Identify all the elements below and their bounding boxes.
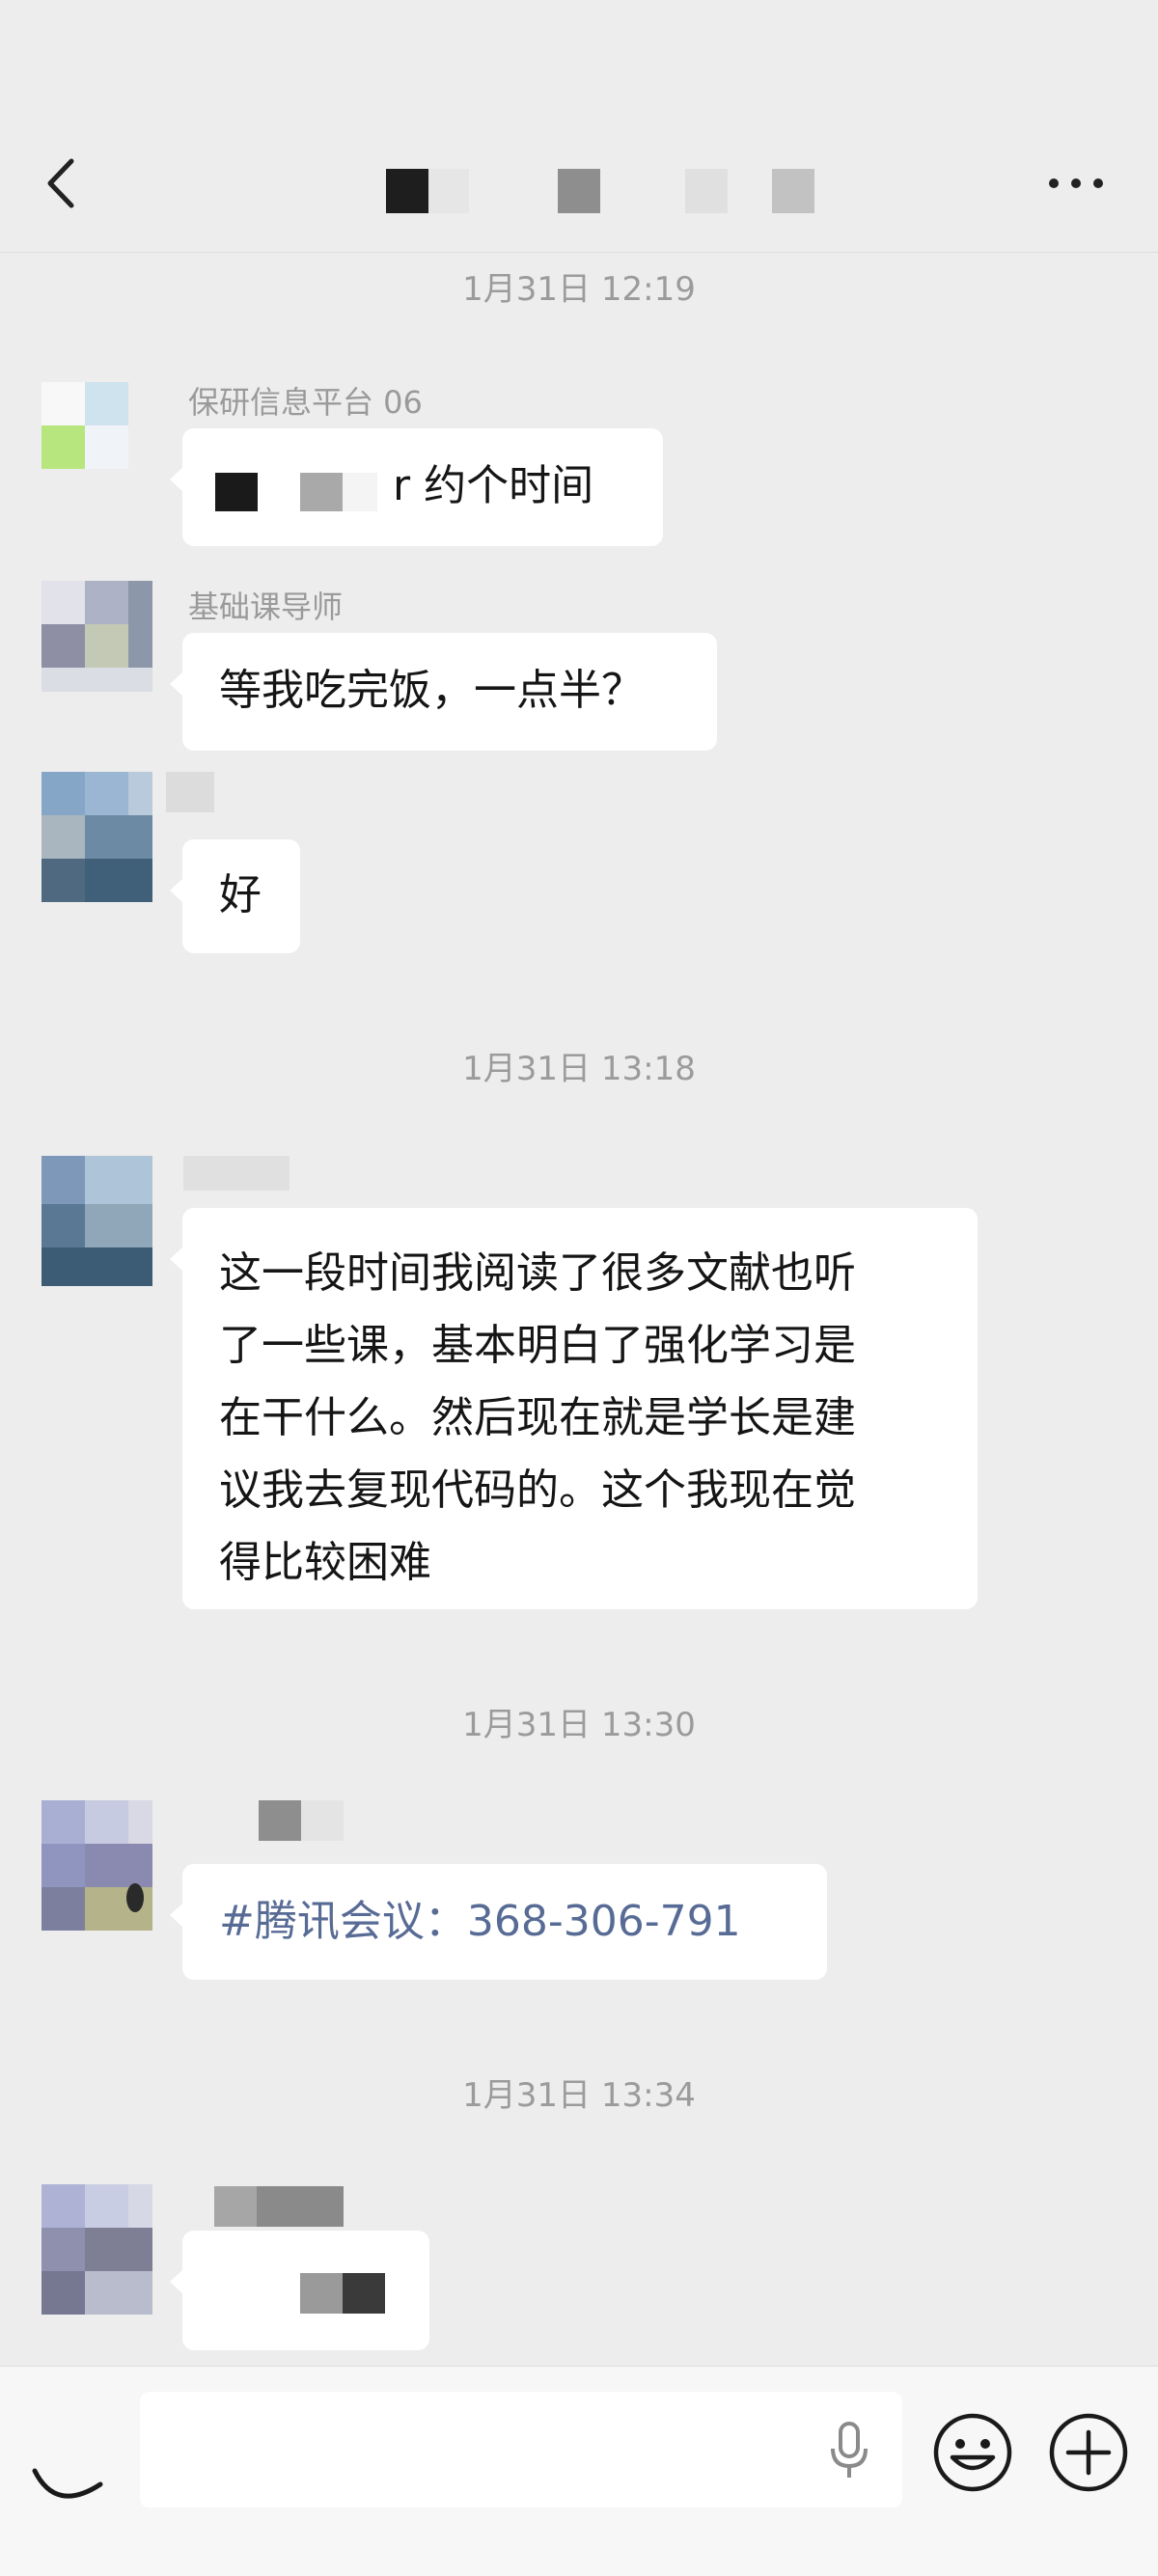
message-bubble[interactable] (170, 2231, 429, 2350)
timestamp: 1月31日 13:34 (462, 2076, 696, 2115)
avatar[interactable] (41, 772, 152, 902)
timestamp: 1月31日 12:19 (462, 270, 696, 309)
message-bubble[interactable]: r 约个时间 (170, 428, 663, 546)
timestamp: 1月31日 13:30 (462, 1706, 696, 1744)
avatar[interactable] (41, 1156, 152, 1286)
chevron-left-icon (47, 158, 74, 208)
redacted-name (183, 1156, 290, 1191)
avatar[interactable] (41, 1800, 152, 1931)
emoji-icon (933, 2413, 1012, 2492)
more-dots-icon (1049, 178, 1103, 188)
back-button[interactable] (39, 150, 96, 217)
avatar[interactable] (41, 2184, 152, 2315)
message-bubble[interactable]: 好 (170, 839, 300, 953)
redacted-name (259, 1800, 301, 1841)
plus-icon (1049, 2413, 1128, 2492)
redacted-name (166, 772, 214, 812)
message-text: 好 (219, 870, 262, 919)
redacted-name (301, 1800, 344, 1841)
message-bubble[interactable]: 等我吃完饭，一点半？ (170, 633, 717, 751)
emoji-button[interactable] (931, 2411, 1014, 2494)
sender-name: 基础课导师 (188, 589, 344, 625)
message-text: r 约个时间 (393, 461, 594, 510)
message-text-line: 得比较困难 (219, 1538, 431, 1587)
microphone-button[interactable] (825, 2420, 873, 2481)
message-text: 等我吃完饭，一点半？ (219, 666, 644, 715)
chat-header (0, 0, 1158, 253)
voice-button[interactable] (27, 2430, 112, 2515)
more-button[interactable] (1042, 164, 1110, 203)
redacted-block (300, 2273, 343, 2314)
sender-name: 保研信息平台 06 (188, 384, 423, 421)
redacted-block (343, 473, 377, 511)
meeting-link[interactable]: #腾讯会议：368-306-791 (219, 1897, 741, 1946)
more-functions-button[interactable] (1047, 2411, 1130, 2494)
avatar[interactable] (41, 581, 152, 692)
avatar[interactable] (41, 382, 152, 493)
input-bar (0, 2366, 1158, 2576)
redacted-block (300, 473, 343, 511)
redacted-block (215, 473, 258, 511)
redacted-name (214, 2186, 257, 2227)
voice-icon (32, 2468, 103, 2499)
message-text-line: 了一些课，基本明白了强化学习是 (219, 1321, 856, 1370)
message-bubble[interactable]: 这一段时间我阅读了很多文献也听 了一些课，基本明白了强化学习是 在干什么。然后现… (170, 1208, 978, 1609)
redacted-name (257, 2186, 344, 2227)
timestamp: 1月31日 13:18 (462, 1050, 696, 1088)
message-text-line: 议我去复现代码的。这个我现在觉 (219, 1466, 856, 1515)
message-text-line: 这一段时间我阅读了很多文献也听 (219, 1248, 856, 1298)
message-text-line: 在干什么。然后现在就是学长是建 (219, 1393, 856, 1442)
microphone-icon (831, 2422, 868, 2478)
message-input[interactable] (140, 2392, 902, 2507)
redacted-block (343, 2273, 385, 2314)
chat-title-redacted (384, 169, 828, 215)
message-bubble[interactable]: #腾讯会议：368-306-791 (170, 1864, 827, 1980)
